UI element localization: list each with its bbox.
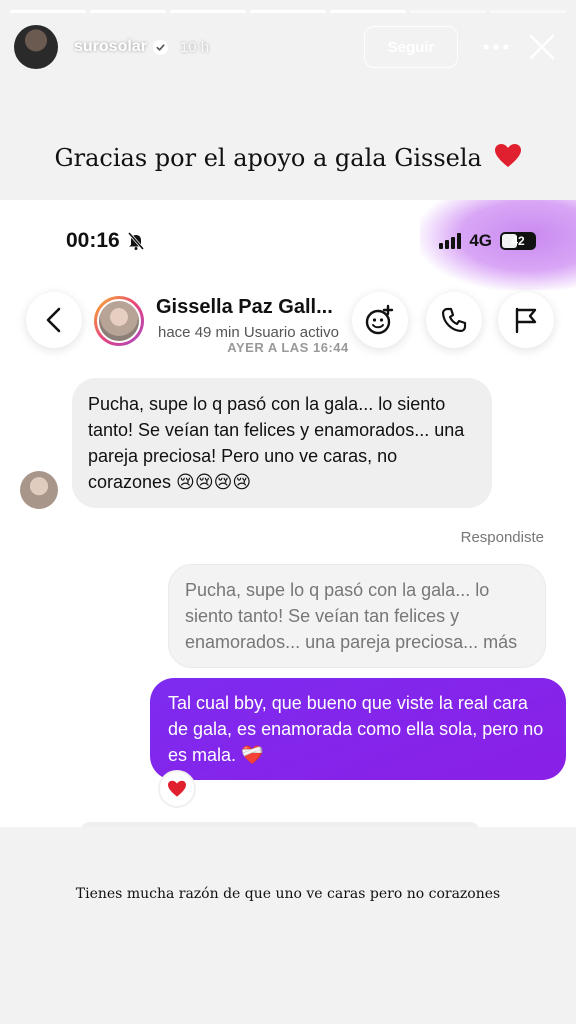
phone-status-bar: 00:16 4G 42 xyxy=(66,228,536,254)
more-options-icon[interactable] xyxy=(476,27,516,67)
status-clock: 00:16 xyxy=(66,229,120,252)
incoming-message[interactable]: Pucha, supe lo q pasó con la gala... lo … xyxy=(72,378,492,508)
silent-bell-icon xyxy=(127,232,144,250)
progress-segment xyxy=(90,10,166,13)
network-type: 4G xyxy=(469,231,492,250)
story-header: surosolar 10 h Seguir xyxy=(14,24,562,70)
story-timestamp: 10 h xyxy=(179,38,210,56)
replied-label: Respondiste xyxy=(460,529,544,546)
story-user-avatar[interactable] xyxy=(14,25,58,69)
red-heart-icon xyxy=(168,780,186,797)
signal-strength-icon xyxy=(439,233,462,249)
close-icon[interactable] xyxy=(522,27,562,67)
progress-segment xyxy=(330,10,406,13)
progress-segment xyxy=(410,10,486,13)
progress-segment xyxy=(170,10,246,13)
phone-icon xyxy=(441,307,467,333)
sender-avatar[interactable] xyxy=(20,471,58,509)
story-progress-bar xyxy=(10,10,566,13)
cropped-message xyxy=(80,822,480,827)
progress-segment xyxy=(250,10,326,13)
outgoing-message[interactable]: Tal cual bby, que bueno que viste la rea… xyxy=(150,678,566,780)
dm-screenshot: 00:16 4G 42 Gissella Paz Gall... hace 49… xyxy=(0,200,576,827)
story-caption-bottom: Tienes mucha razón de que uno ve caras p… xyxy=(75,886,501,902)
caption-top-text: Gracias por el apoyo a gala Gissela xyxy=(54,144,482,172)
chevron-left-icon xyxy=(46,307,61,333)
contact-avatar[interactable] xyxy=(94,296,144,346)
red-heart-icon xyxy=(494,143,522,175)
contact-name[interactable]: Gissella Paz Gall... xyxy=(156,296,356,319)
story-caption-top: Gracias por el apoyo a gala Gissela xyxy=(0,143,576,175)
quoted-message[interactable]: Pucha, supe lo q pasó con la gala... lo … xyxy=(168,564,546,668)
heart-reaction[interactable] xyxy=(158,770,196,808)
progress-segment xyxy=(10,10,86,13)
effects-icon xyxy=(365,304,394,335)
story-username[interactable]: surosolar xyxy=(74,38,147,56)
progress-segment xyxy=(490,10,566,13)
flag-icon xyxy=(515,307,537,334)
follow-button[interactable]: Seguir xyxy=(364,26,458,68)
contact-status: hace 49 min Usuario activo xyxy=(158,324,339,341)
battery-icon: 42 xyxy=(500,232,536,250)
battery-level: 42 xyxy=(511,234,525,248)
verified-badge-icon xyxy=(152,39,168,55)
date-separator: AYER A LAS 16:44 xyxy=(227,340,349,355)
